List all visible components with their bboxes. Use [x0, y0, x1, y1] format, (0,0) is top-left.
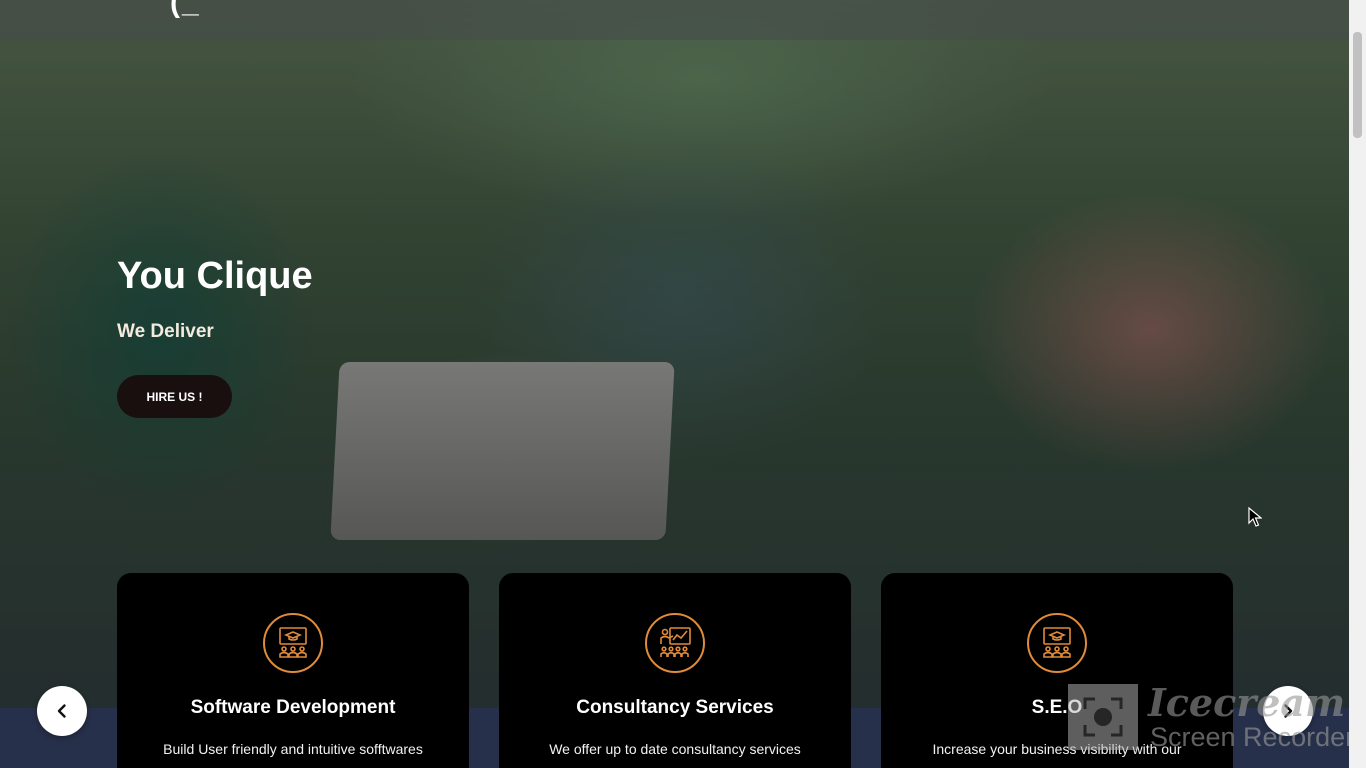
site-logo[interactable]: (_ [170, 0, 201, 20]
consultancy-chart-icon [645, 613, 705, 673]
carousel-next-button[interactable] [1263, 686, 1313, 736]
service-card-software-development[interactable]: Software Development Build User friendly… [117, 573, 469, 768]
card-description: We offer up to date consultancy services [549, 741, 801, 757]
top-navbar: (_ [0, 0, 1349, 40]
service-card-seo[interactable]: S.E.O Increase your business visibility … [881, 573, 1233, 768]
hero-subtitle: We Deliver [117, 321, 214, 342]
hire-us-button[interactable]: HIRE US ! [117, 375, 232, 418]
carousel-prev-button[interactable] [37, 686, 87, 736]
presentation-board-icon [1027, 613, 1087, 673]
presentation-board-icon [263, 613, 323, 673]
card-title: S.E.O [1031, 697, 1083, 718]
service-card-consultancy[interactable]: Consultancy Services We offer up to date… [499, 573, 851, 768]
hero-title: You Clique [117, 255, 313, 297]
chevron-right-icon [1284, 704, 1293, 718]
page-scrollbar[interactable] [1349, 0, 1366, 768]
card-title: Software Development [190, 697, 396, 718]
chevron-left-icon [57, 704, 66, 718]
card-description: Increase your business visibility with o… [932, 741, 1182, 757]
card-title: Consultancy Services [576, 697, 774, 718]
scrollbar-thumb[interactable] [1353, 32, 1362, 138]
mouse-cursor-icon [1248, 506, 1263, 531]
card-description: Build User friendly and intuitive sofftw… [163, 741, 423, 757]
